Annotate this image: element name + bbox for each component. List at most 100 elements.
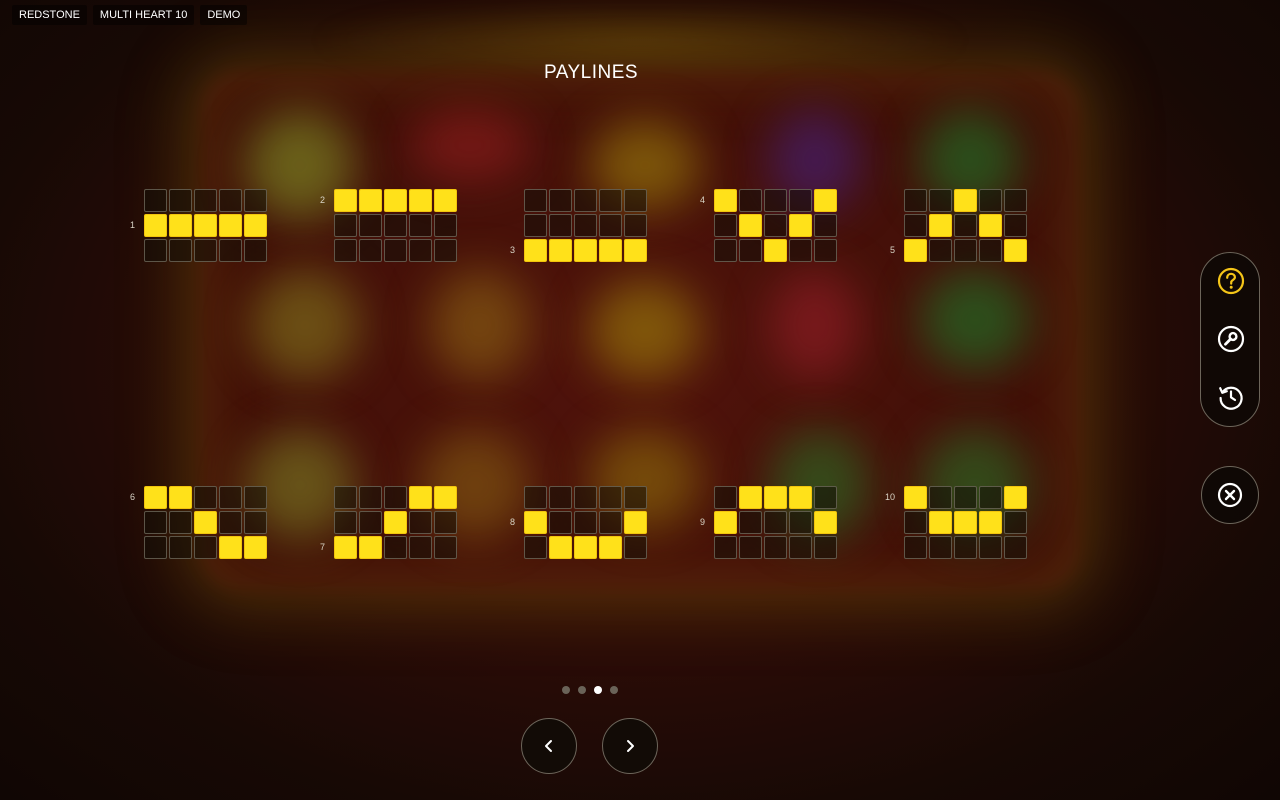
payline-pattern <box>904 189 1028 263</box>
payline-cell-active <box>194 511 217 534</box>
payline-cell <box>144 511 167 534</box>
payline-cell <box>549 189 572 212</box>
payline-cell-active <box>219 214 242 237</box>
payline-cell-active <box>1004 239 1027 262</box>
payline-cell <box>219 189 242 212</box>
payline-cell <box>739 511 762 534</box>
payline-cell <box>979 536 1002 559</box>
payline-cell <box>624 214 647 237</box>
payline-cell-active <box>409 486 432 509</box>
payline-cell-active <box>409 189 432 212</box>
payline-cell <box>764 511 787 534</box>
payline-cell <box>574 214 597 237</box>
payline-cell <box>789 189 812 212</box>
payline-number: 9 <box>699 517 705 527</box>
payline-cell-active <box>384 189 407 212</box>
payline-cell <box>169 189 192 212</box>
page-dot-1[interactable] <box>562 686 570 694</box>
payline-cell-active <box>524 511 547 534</box>
close-button[interactable] <box>1201 466 1259 524</box>
payline-cell <box>814 486 837 509</box>
payline-pattern <box>334 189 458 263</box>
payline-card: 5 <box>858 189 1028 263</box>
payline-cell <box>764 214 787 237</box>
payline-cell <box>219 511 242 534</box>
payline-cell <box>739 239 762 262</box>
payline-cell <box>144 536 167 559</box>
payline-cell <box>599 511 622 534</box>
payline-cell-active <box>599 239 622 262</box>
payline-cell-active <box>929 511 952 534</box>
payline-cell <box>929 486 952 509</box>
payline-cell-active <box>814 511 837 534</box>
history-button[interactable] <box>1215 381 1247 413</box>
payline-cell <box>359 511 382 534</box>
payline-cell <box>789 511 812 534</box>
payline-cell-active <box>979 214 1002 237</box>
payline-cell <box>599 189 622 212</box>
payline-cell <box>789 536 812 559</box>
payline-cell-active <box>789 486 812 509</box>
payline-pattern <box>904 486 1028 560</box>
payline-cell-active <box>979 511 1002 534</box>
payline-cell-active <box>739 214 762 237</box>
payline-cell <box>549 486 572 509</box>
payline-cell-active <box>599 536 622 559</box>
game-name-tag: MULTI HEART 10 <box>92 5 195 25</box>
payline-cell-active <box>904 486 927 509</box>
page-dot-3[interactable] <box>594 686 602 694</box>
payline-cell-active <box>524 239 547 262</box>
payline-card: 3 <box>478 189 648 263</box>
payline-cell <box>714 486 737 509</box>
payline-cell-active <box>144 486 167 509</box>
payline-cell <box>739 189 762 212</box>
payline-cell <box>789 239 812 262</box>
side-menu <box>1200 252 1260 427</box>
help-button[interactable] <box>1215 265 1247 297</box>
payline-cell-active <box>904 239 927 262</box>
previous-page-button[interactable] <box>521 718 577 774</box>
next-page-button[interactable] <box>602 718 658 774</box>
payline-cell <box>524 486 547 509</box>
page-dot-2[interactable] <box>578 686 586 694</box>
payline-card: 2 <box>288 189 458 263</box>
payline-cell-active <box>764 486 787 509</box>
payline-cell <box>624 189 647 212</box>
settings-button[interactable] <box>1215 323 1247 355</box>
payline-number: 8 <box>509 517 515 527</box>
payline-cell-active <box>574 536 597 559</box>
payline-cell <box>359 214 382 237</box>
payline-cell <box>599 214 622 237</box>
payline-cell <box>334 239 357 262</box>
payline-cell <box>1004 511 1027 534</box>
payline-cell-active <box>244 536 267 559</box>
payline-card: 10 <box>858 486 1028 560</box>
payline-cell <box>1004 189 1027 212</box>
payline-cell-active <box>764 239 787 262</box>
payline-card: 9 <box>668 486 838 560</box>
payline-number: 6 <box>129 492 135 502</box>
payline-cell <box>904 511 927 534</box>
payline-cell <box>904 214 927 237</box>
payline-cell-active <box>244 214 267 237</box>
payline-cell <box>409 536 432 559</box>
payline-cell <box>434 511 457 534</box>
payline-cell <box>549 511 572 534</box>
chevron-left-icon <box>545 740 552 752</box>
payline-cell-active <box>739 486 762 509</box>
payline-cell <box>714 214 737 237</box>
payline-cell <box>814 239 837 262</box>
close-icon <box>1217 482 1243 508</box>
mode-tag: DEMO <box>200 5 248 25</box>
payline-cell <box>574 511 597 534</box>
payline-cell <box>814 214 837 237</box>
payline-cell <box>194 189 217 212</box>
payline-card: 8 <box>478 486 648 560</box>
provider-tag: REDSTONE <box>12 5 87 25</box>
payline-number: 5 <box>889 245 895 255</box>
payline-cell <box>814 536 837 559</box>
payline-cell <box>434 536 457 559</box>
page-dot-4[interactable] <box>610 686 618 694</box>
payline-cell <box>244 189 267 212</box>
payline-cell <box>764 189 787 212</box>
